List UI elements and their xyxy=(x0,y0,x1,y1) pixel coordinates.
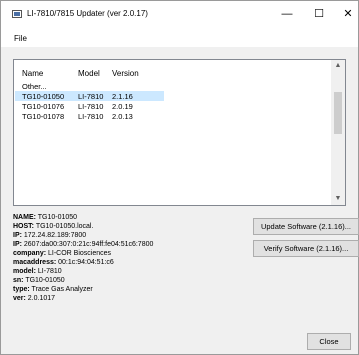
scroll-up-icon[interactable]: ▲ xyxy=(331,60,345,72)
verify-software-button[interactable]: Verify Software (2.1.16)... xyxy=(253,240,359,257)
device-name: Other... xyxy=(22,82,47,91)
close-window-icon[interactable]: ✕ xyxy=(332,3,359,25)
device-model: LI-7810 xyxy=(78,102,104,111)
detail-macaddress: macaddress: 00:1c:94:04:51:c6 xyxy=(13,259,114,266)
window-title: LI-7810/7815 Updater (ver 2.0.17) xyxy=(27,9,148,18)
menu-bar: File xyxy=(1,31,358,47)
detail-company: company: LI-COR Biosciences xyxy=(13,250,112,257)
device-list[interactable]: Name Model Version Other... TG10-01050 L… xyxy=(13,59,346,206)
detail-type: type: Trace Gas Analyzer xyxy=(13,286,93,293)
detail-model: model: LI-7810 xyxy=(13,268,62,275)
vertical-scrollbar[interactable]: ▲ ▼ xyxy=(331,60,345,205)
device-name: TG10-01078 xyxy=(22,112,65,121)
detail-ver: ver: 2.0.1017 xyxy=(13,295,56,302)
update-software-button[interactable]: Update Software (2.1.16)... xyxy=(253,218,359,235)
list-item-selected[interactable]: TG10-01050 LI-7810 2.1.16 xyxy=(15,91,164,101)
column-header-model[interactable]: Model xyxy=(78,69,100,78)
detail-ipv4: IP: 172.24.82.189:7800 xyxy=(13,232,87,239)
column-header-name[interactable]: Name xyxy=(22,69,43,78)
maximize-icon[interactable]: ☐ xyxy=(303,3,335,25)
app-window-icon xyxy=(12,10,22,18)
detail-sn: sn: TG10-01050 xyxy=(13,277,65,284)
menu-file[interactable]: File xyxy=(14,34,27,43)
device-version: 2.1.16 xyxy=(112,92,133,101)
list-item[interactable]: TG10-01076 LI-7810 2.0.19 xyxy=(15,101,164,111)
detail-name: NAME: TG10-01050 xyxy=(13,214,78,221)
title-bar[interactable]: LI-7810/7815 Updater (ver 2.0.17) — ☐ ✕ xyxy=(1,1,358,31)
device-version: 2.0.13 xyxy=(112,112,133,121)
minimize-icon[interactable]: — xyxy=(271,3,303,25)
device-version: 2.0.19 xyxy=(112,102,133,111)
list-item[interactable]: TG10-01078 LI-7810 2.0.13 xyxy=(15,111,164,121)
detail-host: HOST: TG10-01050.local. xyxy=(13,223,94,230)
updater-window: LI-7810/7815 Updater (ver 2.0.17) — ☐ ✕ … xyxy=(0,0,359,355)
list-item[interactable]: Other... xyxy=(15,81,164,91)
device-name: TG10-01076 xyxy=(22,102,65,111)
detail-ipv6: IP: 2607:da00:307:0:21c:94ff:fe04:51c6:7… xyxy=(13,241,154,248)
device-model: LI-7810 xyxy=(78,92,104,101)
close-button[interactable]: Close xyxy=(307,333,351,350)
device-name: TG10-01050 xyxy=(22,92,65,101)
column-header-version[interactable]: Version xyxy=(112,69,139,78)
scroll-thumb[interactable] xyxy=(334,92,342,134)
scroll-down-icon[interactable]: ▼ xyxy=(331,193,345,205)
device-model: LI-7810 xyxy=(78,112,104,121)
